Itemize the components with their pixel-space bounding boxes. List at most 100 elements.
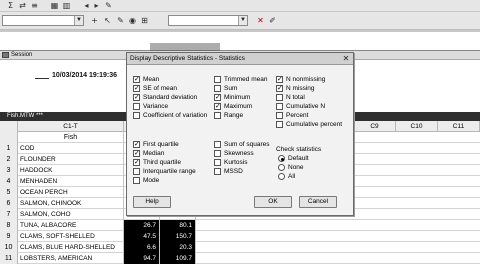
chart2-icon[interactable]: ▥ — [62, 2, 71, 10]
value-cell-c3[interactable]: 150.7 — [160, 231, 196, 242]
checkbox-box[interactable] — [276, 112, 283, 119]
checkbox-coefficient-of-variation[interactable]: Coefficient of variation — [133, 111, 207, 120]
brush-icon[interactable]: ✎ — [116, 17, 125, 25]
chevron-down-icon[interactable]: ▼ — [238, 16, 247, 25]
row-number[interactable]: 8 — [0, 220, 18, 231]
fish-cell[interactable]: TUNA, ALBACORE — [18, 220, 124, 231]
row-number[interactable]: 4 — [0, 176, 18, 187]
fish-cell[interactable]: LOBSTERS, AMERICAN — [18, 253, 124, 264]
checkbox-percent[interactable]: Percent — [276, 111, 308, 120]
cancel-button[interactable]: Cancel — [299, 196, 337, 208]
checkbox-mssd[interactable]: MSSD — [214, 167, 243, 176]
value-cell-c3[interactable]: 109.7 — [160, 253, 196, 264]
close-icon[interactable]: ✕ — [342, 55, 350, 63]
fish-cell[interactable]: SALMON, CHINOOK — [18, 198, 124, 209]
column-header-c1[interactable]: C1-T — [18, 121, 124, 132]
checkbox-cumulative-percent[interactable]: Cumulative percent — [276, 120, 342, 129]
checkbox-box[interactable] — [133, 103, 140, 110]
fish-cell[interactable]: CLAMS, SOFT-SHELLED — [18, 231, 124, 242]
radio-default[interactable]: Default — [278, 154, 309, 163]
checkbox-box[interactable] — [214, 141, 221, 148]
checkbox-n-nonmissing[interactable]: ✓ N nonmissing — [276, 75, 325, 84]
checkbox-box[interactable]: ✓ — [276, 85, 283, 92]
checkbox-box[interactable]: ✓ — [133, 150, 140, 157]
checkbox-minimum[interactable]: ✓ Minimum — [214, 93, 250, 102]
checkbox-variance[interactable]: Variance — [133, 102, 168, 111]
graph-combo[interactable]: ▼ — [168, 15, 248, 26]
checkbox-cumulative-n[interactable]: Cumulative N — [276, 102, 325, 111]
fish-cell[interactable]: OCEAN PERCH — [18, 187, 124, 198]
row-number[interactable]: 10 — [0, 242, 18, 253]
worksheet-combo[interactable]: ▼ — [2, 15, 84, 26]
stack-icon[interactable]: ≡ — [30, 2, 39, 10]
checkbox-box[interactable]: ✓ — [133, 159, 140, 166]
checkbox-third-quartile[interactable]: ✓ Third quartile — [133, 158, 181, 167]
checkbox-median[interactable]: ✓ Median — [133, 149, 164, 158]
select-icon[interactable]: ↖ — [103, 17, 112, 25]
row-number[interactable]: 7 — [0, 209, 18, 220]
row-number[interactable]: 9 — [0, 231, 18, 242]
row-number[interactable]: 3 — [0, 165, 18, 176]
checkbox-box[interactable] — [214, 168, 221, 175]
checkbox-box[interactable] — [133, 112, 140, 119]
row-number[interactable]: 1 — [0, 143, 18, 154]
checkbox-mode[interactable]: Mode — [133, 176, 159, 185]
sigma-icon[interactable]: Σ — [6, 2, 15, 10]
row-number[interactable] — [0, 132, 18, 143]
marker-icon[interactable]: ◉ — [128, 17, 137, 25]
checkbox-box[interactable] — [214, 150, 221, 157]
value-cell-c3[interactable]: 80.1 — [160, 220, 196, 231]
checkbox-sum-of-squares[interactable]: Sum of squares — [214, 140, 270, 149]
radio-circle[interactable] — [278, 173, 285, 180]
checkbox-skewness[interactable]: Skewness — [214, 149, 254, 158]
column-header-c10[interactable]: C10 — [396, 121, 438, 132]
checkbox-box[interactable]: ✓ — [133, 94, 140, 101]
fish-cell[interactable]: COD — [18, 143, 124, 154]
row-number[interactable]: 5 — [0, 187, 18, 198]
checkbox-box[interactable] — [133, 177, 140, 184]
plot-icon[interactable]: ⊞ — [140, 17, 149, 25]
checkbox-box[interactable]: ✓ — [133, 141, 140, 148]
checkbox-maximum[interactable]: ✓ Maximum — [214, 102, 252, 111]
radio-all[interactable]: All — [278, 172, 295, 181]
checkbox-box[interactable] — [276, 121, 283, 128]
value-cell-c3[interactable]: 20.3 — [160, 242, 196, 253]
checkbox-box[interactable]: ✓ — [276, 76, 283, 83]
fish-cell[interactable]: CLAMS, BLUE HARD-SHELLED — [18, 242, 124, 253]
checkbox-n-missing[interactable]: ✓ N missing — [276, 84, 315, 93]
chart-icon[interactable]: ▦ — [50, 2, 59, 10]
value-cell-c2[interactable]: 47.5 — [124, 231, 160, 242]
row-number[interactable]: 11 — [0, 253, 18, 264]
arrow-left-icon[interactable]: ◂ — [82, 2, 91, 10]
corner-cell[interactable] — [0, 121, 18, 132]
row-number[interactable]: 6 — [0, 198, 18, 209]
pencil-icon[interactable]: ✎ — [104, 2, 113, 10]
dialog-titlebar[interactable]: Display Descriptive Statistics - Statist… — [127, 53, 353, 65]
checkbox-standard-deviation[interactable]: ✓ Standard deviation — [133, 93, 197, 102]
fish-column-name[interactable]: Fish — [18, 132, 124, 143]
arrow-right-icon[interactable]: ▸ — [92, 2, 101, 10]
close-x-icon[interactable]: ✕ — [256, 17, 265, 25]
value-cell-c2[interactable]: 6.6 — [124, 242, 160, 253]
fish-cell[interactable]: FLOUNDER — [18, 154, 124, 165]
checkbox-box[interactable] — [214, 112, 221, 119]
checkbox-box[interactable] — [133, 168, 140, 175]
checkbox-box[interactable] — [214, 85, 221, 92]
row-number[interactable]: 2 — [0, 154, 18, 165]
arrows-icon[interactable]: ⇄ — [18, 2, 27, 10]
column-header-c9[interactable]: C9 — [354, 121, 396, 132]
fish-cell[interactable]: MENHADEN — [18, 176, 124, 187]
checkbox-box[interactable]: ✓ — [214, 94, 221, 101]
add-icon[interactable]: + — [90, 17, 99, 25]
checkbox-kurtosis[interactable]: Kurtosis — [214, 158, 247, 167]
checkbox-n-total[interactable]: N total — [276, 93, 305, 102]
checkbox-box[interactable]: ✓ — [133, 76, 140, 83]
radio-circle[interactable] — [278, 164, 285, 171]
fish-cell[interactable]: SALMON, COHO — [18, 209, 124, 220]
checkbox-box[interactable] — [214, 159, 221, 166]
ok-button[interactable]: OK — [254, 196, 292, 208]
checkbox-box[interactable]: ✓ — [133, 85, 140, 92]
chevron-down-icon[interactable]: ▼ — [74, 16, 83, 25]
fish-cell[interactable]: HADDOCK — [18, 165, 124, 176]
column-header-c11[interactable]: C11 — [438, 121, 480, 132]
